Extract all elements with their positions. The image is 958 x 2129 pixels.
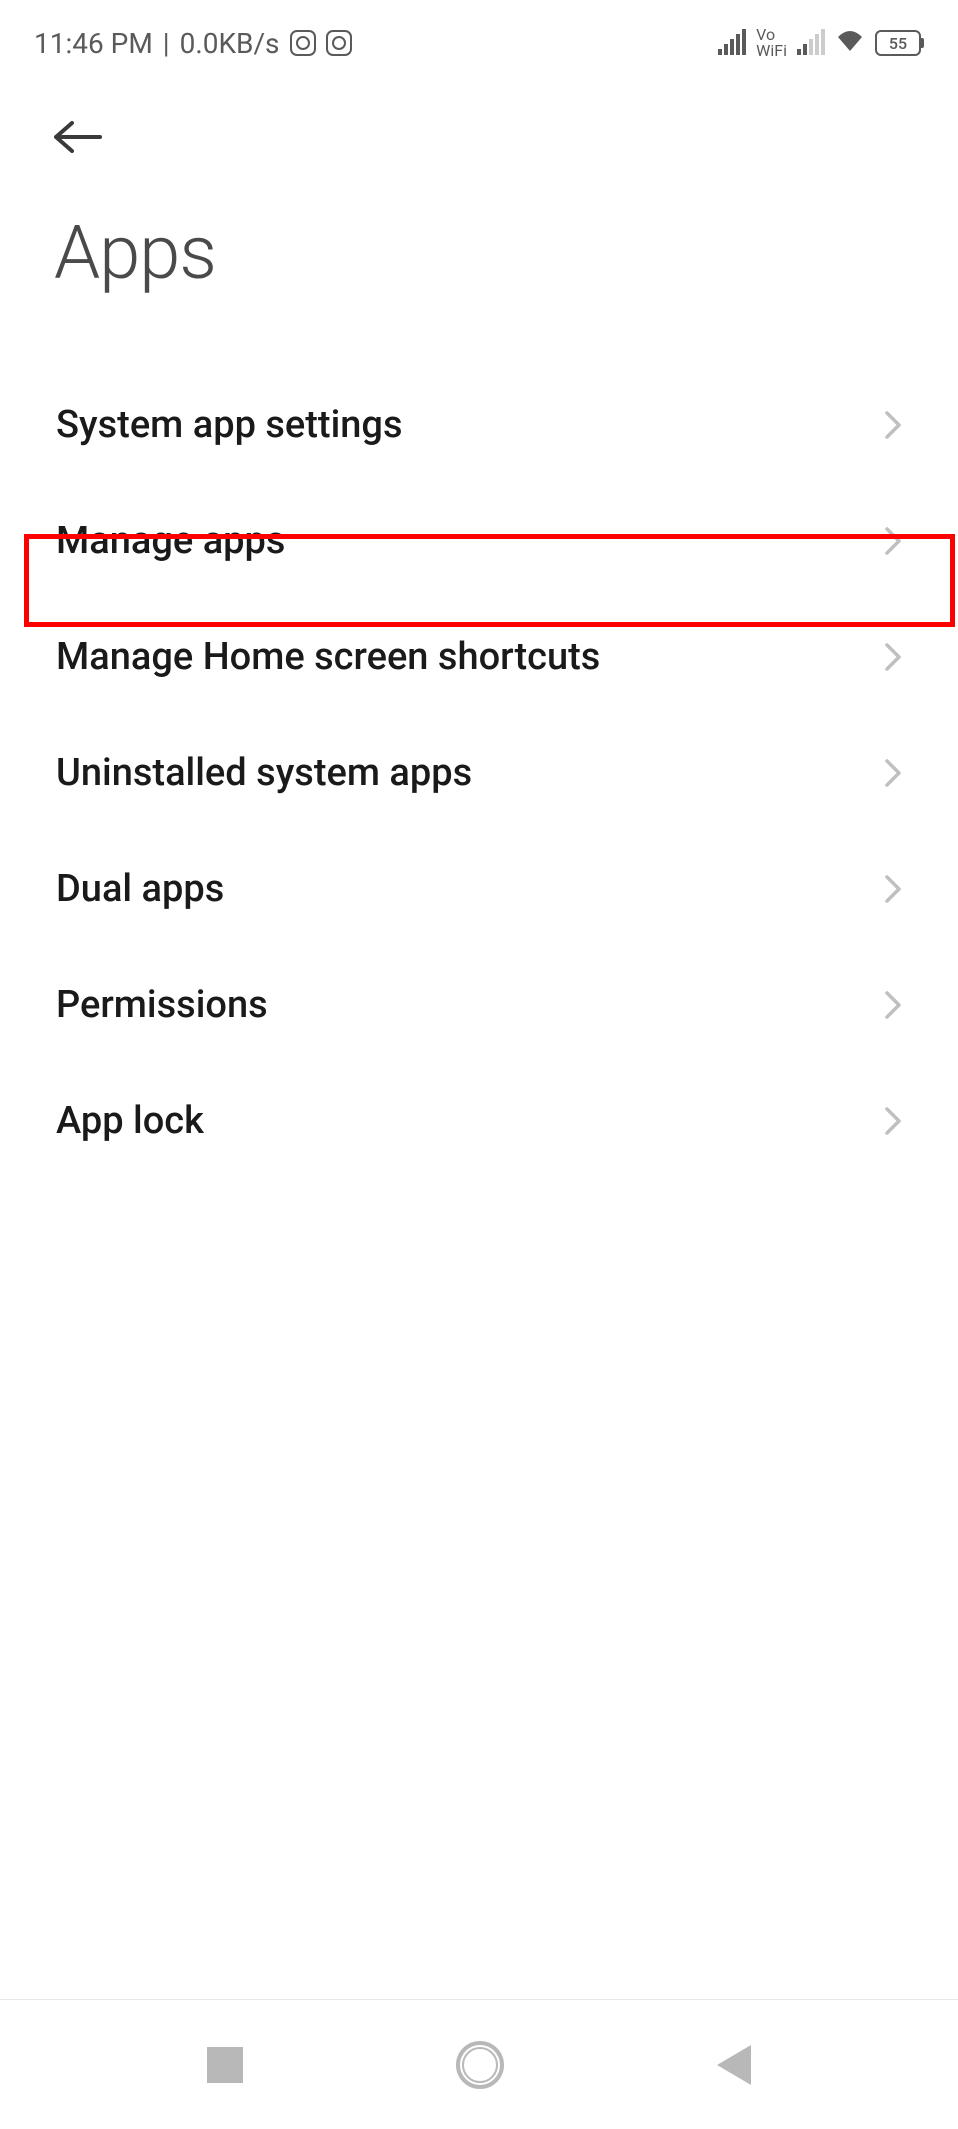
list-item-app-lock[interactable]: App lock: [0, 1063, 958, 1179]
arrow-left-icon: [54, 119, 102, 155]
list-item-label: System app settings: [56, 403, 403, 447]
list-item-label: Uninstalled system apps: [56, 751, 472, 795]
instagram-icon: [290, 30, 316, 56]
list-item-label: Dual apps: [56, 867, 224, 911]
status-left: 11:46 PM | 0.0KB/s: [34, 27, 352, 60]
vowifi-icon: Vo WiFi: [756, 27, 787, 59]
navigation-bar: [0, 1999, 958, 2129]
page-title: Apps: [54, 210, 904, 297]
status-separator: |: [163, 27, 170, 60]
chevron-right-icon: [884, 526, 902, 556]
chevron-right-icon: [884, 410, 902, 440]
list-item-dual-apps[interactable]: Dual apps: [0, 831, 958, 947]
status-time: 11:46 PM: [34, 27, 153, 60]
list-item-system-app-settings[interactable]: System app settings: [0, 367, 958, 483]
chevron-right-icon: [884, 1106, 902, 1136]
chevron-right-icon: [884, 874, 902, 904]
signal-icon-weak: [797, 31, 825, 55]
back-button[interactable]: [54, 112, 104, 162]
chevron-right-icon: [884, 990, 902, 1020]
header: Apps: [0, 62, 958, 297]
list-item-label: Manage Home screen shortcuts: [56, 635, 600, 679]
list-item-label: Permissions: [56, 983, 268, 1027]
settings-list: System app settings Manage apps Manage H…: [0, 367, 958, 1179]
back-nav-button[interactable]: [717, 2045, 751, 2085]
list-item-uninstalled-system-apps[interactable]: Uninstalled system apps: [0, 715, 958, 831]
list-item-label: Manage apps: [56, 519, 285, 563]
chevron-right-icon: [884, 642, 902, 672]
vowifi-bottom: WiFi: [756, 43, 787, 59]
list-item-label: App lock: [56, 1099, 204, 1143]
instagram-icon: [326, 30, 352, 56]
recent-apps-button[interactable]: [207, 2047, 243, 2083]
battery-icon: 55: [875, 30, 924, 56]
list-item-permissions[interactable]: Permissions: [0, 947, 958, 1063]
status-right: Vo WiFi 55: [718, 27, 924, 60]
status-bar: 11:46 PM | 0.0KB/s Vo WiFi 55: [0, 0, 958, 62]
chevron-right-icon: [884, 758, 902, 788]
home-button[interactable]: [456, 2041, 504, 2089]
wifi-icon: [835, 27, 865, 60]
status-data-speed: 0.0KB/s: [180, 27, 280, 60]
list-item-manage-apps[interactable]: Manage apps: [0, 483, 958, 599]
battery-level: 55: [875, 30, 921, 56]
list-item-manage-home-screen-shortcuts[interactable]: Manage Home screen shortcuts: [0, 599, 958, 715]
signal-icon: [718, 31, 746, 55]
